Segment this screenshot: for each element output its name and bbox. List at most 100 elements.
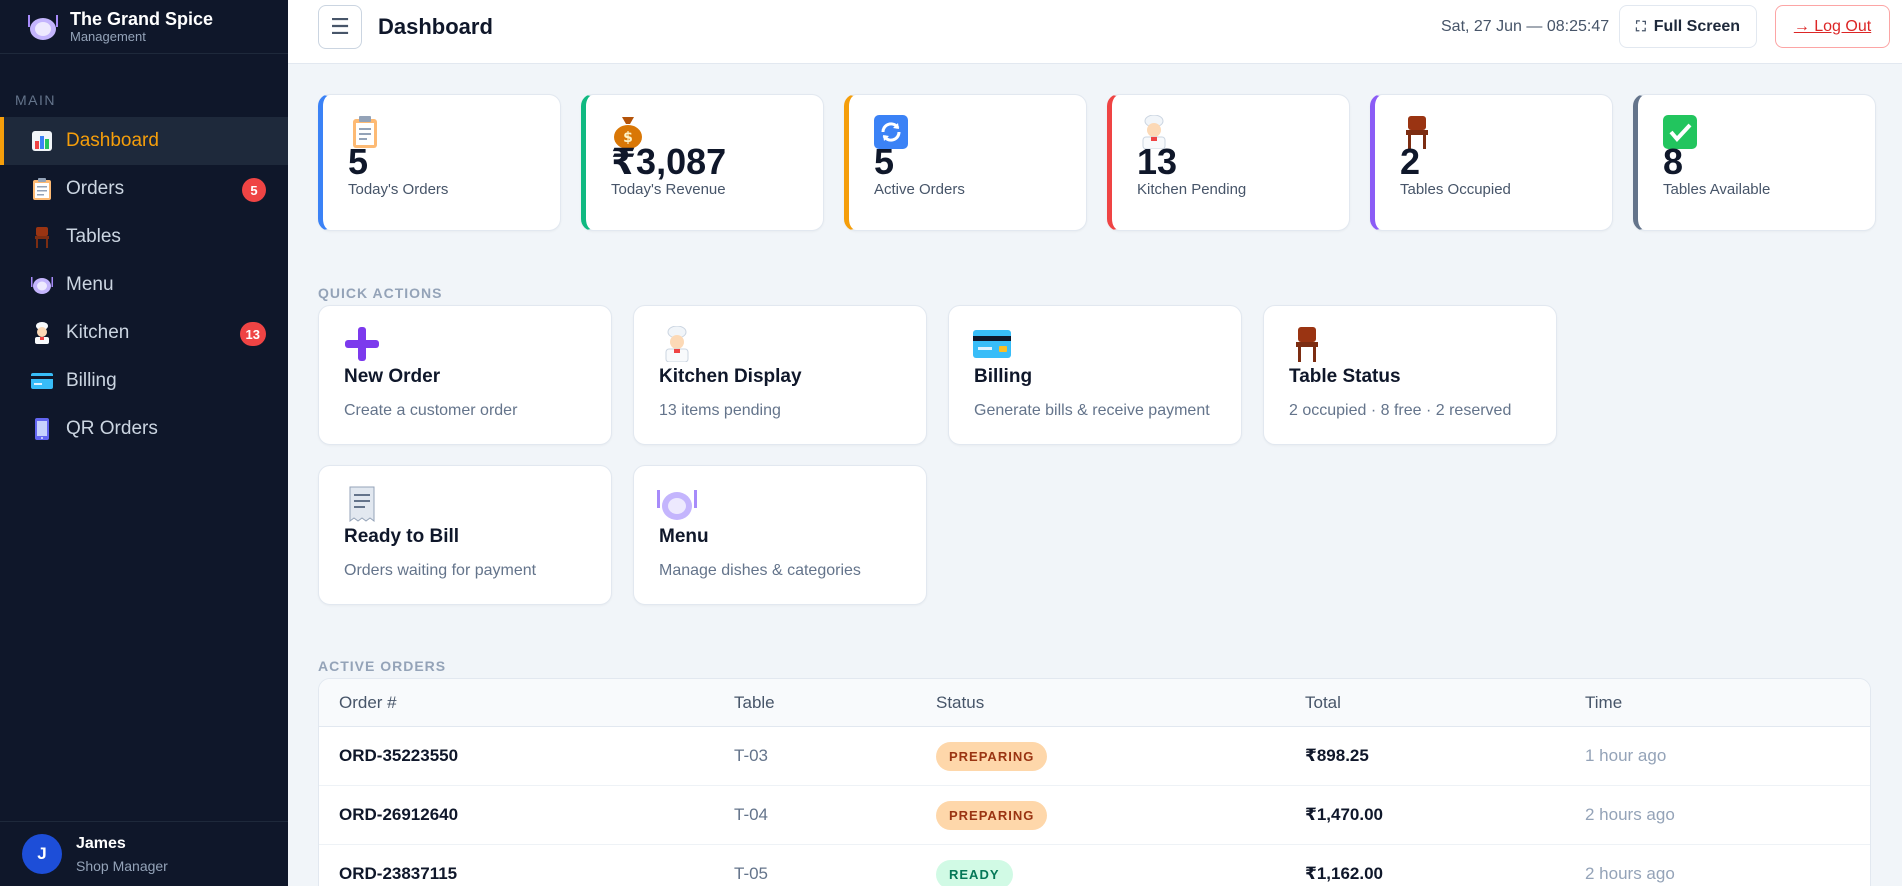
column-header[interactable]: Order #: [339, 693, 397, 713]
datetime: Sat, 27 Jun — 08:25:47: [1441, 18, 1610, 35]
stat-card-todays-revenue: $ ₹3,087 Today's Revenue: [581, 94, 824, 231]
topbar: ☰ Dashboard Sat, 27 Jun — 08:25:47 ⛶ Ful…: [288, 0, 1902, 64]
sidebar-item-label: QR Orders: [66, 418, 158, 439]
action-title: New Order: [344, 366, 441, 387]
column-header[interactable]: Total: [1305, 693, 1341, 713]
action-title: Menu: [659, 526, 709, 547]
stat-value: 2: [1400, 141, 1421, 182]
plus-icon: [342, 324, 382, 364]
sidebar-item-billing[interactable]: Billing: [0, 357, 288, 405]
user-name: James: [76, 834, 126, 852]
stat-card-tables-occupied: 2 Tables Occupied: [1370, 94, 1613, 231]
stat-value: 13: [1137, 141, 1178, 182]
bar-chart-icon: [30, 129, 54, 153]
stat-value: ₹3,087: [611, 141, 727, 182]
table-row[interactable]: ORD-26912640 T-04 PREPARING ₹1,470.00 2 …: [319, 786, 1870, 845]
menu-toggle-button[interactable]: ☰: [318, 5, 362, 49]
stat-label: Tables Available: [1663, 181, 1771, 198]
order-table: T-03: [734, 746, 769, 765]
sidebar-item-label: Kitchen: [66, 322, 130, 343]
user-profile[interactable]: J James Shop Manager: [0, 821, 288, 886]
action-title: Kitchen Display: [659, 366, 802, 387]
hamburger-icon: ☰: [330, 14, 350, 39]
action-table-status[interactable]: Table Status 2 occupied · 8 free · 2 res…: [1263, 305, 1557, 445]
sidebar-item-label: Dashboard: [66, 130, 159, 151]
status-badge: PREPARING: [936, 800, 1048, 830]
sidebar-item-qr-orders[interactable]: QR Orders: [0, 405, 288, 453]
brand[interactable]: The Grand Spice Management: [0, 0, 288, 54]
quick-actions-grid: New Order Create a customer order Kitche…: [318, 305, 1871, 605]
action-menu[interactable]: Menu Manage dishes & categories: [633, 465, 927, 605]
stat-label: Kitchen Pending: [1137, 181, 1247, 198]
action-desc: Manage dishes & categories: [659, 562, 861, 579]
chair-icon: [1287, 324, 1327, 364]
order-time: 2 hours ago: [1585, 805, 1675, 824]
table-row[interactable]: ORD-23837115 T-05 READY ₹1,162.00 2 hour…: [319, 845, 1870, 886]
orders-count-badge: 5: [242, 178, 266, 202]
sidebar-item-kitchen[interactable]: Kitchen 13: [0, 309, 288, 357]
user-role: Shop Manager: [76, 857, 168, 874]
order-id: ORD-23837115: [339, 864, 458, 883]
column-header[interactable]: Time: [1585, 693, 1622, 713]
credit-card-icon: [972, 324, 1012, 364]
action-desc: 2 occupied · 8 free · 2 reserved: [1289, 402, 1512, 419]
plate-icon: [657, 484, 697, 524]
order-total: ₹1,162.00: [1305, 864, 1384, 883]
order-total: ₹1,470.00: [1305, 805, 1384, 824]
action-title: Billing: [974, 366, 1033, 387]
stat-value: 5: [874, 141, 895, 182]
receipt-icon: [342, 484, 382, 524]
plate-icon: [26, 10, 60, 44]
active-orders-table: Order # Table Status Total Time ORD-3522…: [318, 678, 1871, 886]
action-ready-to-bill[interactable]: Ready to Bill Orders waiting for payment: [318, 465, 612, 605]
sidebar: The Grand Spice Management MAIN Dashboar…: [0, 0, 288, 886]
stat-card-tables-available: 8 Tables Available: [1633, 94, 1876, 231]
brand-name: The Grand Spice: [70, 8, 214, 29]
order-table: T-05: [734, 864, 769, 883]
logout-button[interactable]: → Log Out: [1775, 5, 1890, 48]
sidebar-item-menu[interactable]: Menu: [0, 261, 288, 309]
stat-card-kitchen-pending: 13 Kitchen Pending: [1107, 94, 1350, 231]
credit-card-icon: [30, 369, 54, 393]
stat-card-active-orders: 5 Active Orders: [844, 94, 1087, 231]
order-id: ORD-26912640: [339, 805, 459, 824]
table-row[interactable]: ORD-35223550 T-03 PREPARING ₹898.25 1 ho…: [319, 727, 1870, 786]
action-kitchen-display[interactable]: Kitchen Display 13 items pending: [633, 305, 927, 445]
stat-label: Today's Orders: [348, 181, 449, 198]
action-title: Table Status: [1289, 366, 1401, 387]
stat-value: 8: [1663, 141, 1684, 182]
stat-label: Today's Revenue: [611, 181, 726, 198]
action-desc: Generate bills & receive payment: [974, 402, 1210, 419]
table-header: Order # Table Status Total Time: [319, 679, 1870, 727]
sidebar-nav: Dashboard Orders 5 Tables Menu Kitchen 1…: [0, 117, 288, 453]
order-time: 1 hour ago: [1585, 746, 1667, 765]
chef-icon: [657, 324, 697, 364]
chair-icon: [30, 225, 54, 249]
expand-icon: ⛶: [1635, 18, 1646, 34]
sidebar-item-dashboard[interactable]: Dashboard: [0, 117, 288, 165]
avatar: J: [22, 834, 62, 874]
phone-icon: [30, 417, 54, 441]
sidebar-item-label: Menu: [66, 274, 114, 295]
sidebar-item-orders[interactable]: Orders 5: [0, 165, 288, 213]
action-billing[interactable]: Billing Generate bills & receive payment: [948, 305, 1242, 445]
action-desc: Orders waiting for payment: [344, 562, 537, 579]
plate-icon: [30, 273, 54, 297]
active-orders-heading: ACTIVE ORDERS: [318, 658, 447, 674]
fullscreen-button[interactable]: ⛶ Full Screen: [1619, 5, 1757, 48]
sidebar-item-tables[interactable]: Tables: [0, 213, 288, 261]
order-total: ₹898.25: [1305, 746, 1369, 765]
stat-card-todays-orders: 5 Today's Orders: [318, 94, 561, 231]
action-new-order[interactable]: New Order Create a customer order: [318, 305, 612, 445]
status-badge: PREPARING: [936, 741, 1048, 771]
column-header[interactable]: Table: [734, 693, 775, 713]
action-desc: Create a customer order: [344, 402, 518, 419]
stat-label: Tables Occupied: [1400, 181, 1511, 198]
status-badge: READY: [936, 859, 1013, 886]
brand-subtitle: Management: [70, 28, 146, 44]
stats-row: 5 Today's Orders $ ₹3,087 Today's Revenu…: [318, 94, 1876, 231]
column-header[interactable]: Status: [936, 693, 984, 713]
sidebar-item-label: Tables: [66, 226, 121, 247]
order-table: T-04: [734, 805, 769, 824]
kitchen-count-badge: 13: [239, 322, 266, 346]
